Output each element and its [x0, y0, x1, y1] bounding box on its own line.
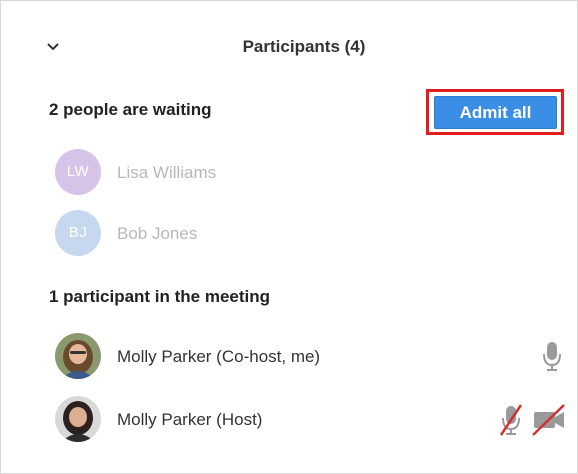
mic-icon[interactable] [541, 339, 563, 373]
avatar-photo-molly-parker-cohost [55, 333, 101, 379]
participant-name-molly-parker-cohost: Molly Parker (Co-host, me) [117, 347, 321, 366]
waiting-name-lisa-williams: Lisa Williams [117, 163, 217, 182]
participant-name-molly-parker-host: Molly Parker (Host) [117, 410, 263, 429]
mic-muted-icon[interactable] [498, 402, 524, 438]
avatar-bob-jones: BJ [55, 210, 101, 256]
meeting-heading: 1 participant in the meeting [49, 287, 271, 306]
panel-title: Participants (4) [242, 37, 366, 56]
avatar-lisa-williams: LW [55, 149, 101, 195]
admit-all-button[interactable]: Admit all [434, 96, 557, 129]
waiting-heading: 2 people are waiting [49, 100, 212, 119]
participants-panel: Participants (4) 2 people are waiting Ad… [0, 0, 578, 474]
waiting-name-bob-jones: Bob Jones [117, 224, 198, 243]
video-off-icon[interactable] [531, 403, 567, 437]
avatar-photo-molly-parker-host [55, 396, 101, 442]
